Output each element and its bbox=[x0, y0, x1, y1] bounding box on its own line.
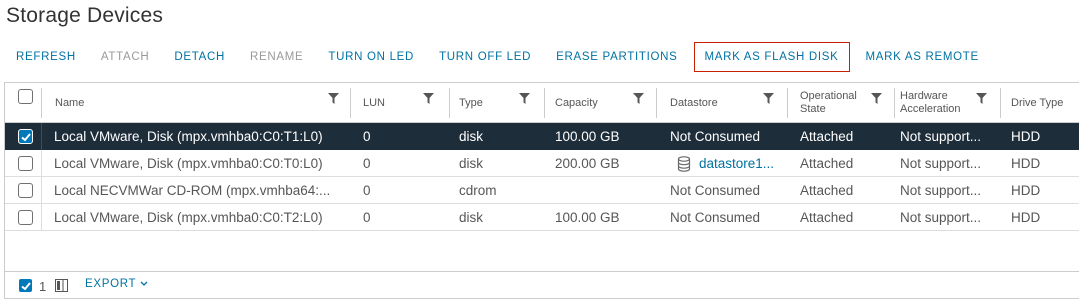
storage-devices-grid: Name LUN Type Capacity Datastore Operati… bbox=[4, 82, 1079, 299]
column-divider bbox=[656, 88, 657, 118]
cell-name: Local VMware, Disk (mpx.vmhba0:C0:T2:L0) bbox=[54, 210, 323, 225]
column-selector-icon[interactable] bbox=[55, 279, 68, 292]
table-row[interactable]: Local VMware, Disk (mpx.vmhba0:C0:T1:L0)… bbox=[5, 123, 1079, 150]
column-header-name[interactable]: Name bbox=[45, 83, 345, 123]
mark-as-flash-disk-button[interactable]: MARK AS FLASH DISK bbox=[693, 42, 850, 72]
database-icon bbox=[677, 156, 691, 172]
cell-hardware-acceleration: Not support... bbox=[900, 156, 982, 171]
rename-button[interactable]: RENAME bbox=[242, 43, 311, 71]
cell-hardware-acceleration: Not support... bbox=[900, 183, 982, 198]
cell-hardware-acceleration: Not support... bbox=[900, 129, 982, 144]
filter-icon[interactable] bbox=[423, 93, 434, 104]
table-row[interactable]: Local VMware, Disk (mpx.vmhba0:C0:T2:L0)… bbox=[5, 204, 1079, 231]
table-row[interactable]: Local VMware, Disk (mpx.vmhba0:C0:T0:L0)… bbox=[5, 150, 1079, 177]
erase-partitions-button[interactable]: ERASE PARTITIONS bbox=[548, 43, 685, 71]
row-checkbox[interactable] bbox=[18, 210, 33, 225]
row-checkbox[interactable] bbox=[18, 129, 33, 144]
cell-datastore: Not Consumed bbox=[670, 129, 761, 144]
page-title: Storage Devices bbox=[6, 4, 164, 27]
cell-hardware-acceleration: Not support... bbox=[900, 210, 982, 225]
grid-header: Name LUN Type Capacity Datastore Operati… bbox=[5, 83, 1079, 123]
chevron-down-icon bbox=[140, 281, 148, 286]
column-header-drive-type[interactable]: Drive Type bbox=[1001, 83, 1079, 123]
turn-off-led-button[interactable]: TURN OFF LED bbox=[431, 43, 539, 71]
cell-lun: 0 bbox=[363, 210, 371, 225]
cell-operational-state: Attached bbox=[800, 210, 854, 225]
cell-name: Local VMware, Disk (mpx.vmhba0:C0:T1:L0) bbox=[54, 129, 323, 144]
export-button[interactable]: EXPORT bbox=[85, 278, 148, 290]
cell-drive-type: HDD bbox=[1011, 210, 1041, 225]
row-divider bbox=[41, 150, 42, 177]
column-divider bbox=[350, 88, 351, 118]
mark-as-remote-button[interactable]: MARK AS REMOTE bbox=[858, 43, 987, 71]
checkmark-icon bbox=[21, 133, 31, 142]
filter-icon[interactable] bbox=[871, 93, 882, 104]
datastore-link[interactable]: datastore1... bbox=[699, 150, 782, 177]
row-checkbox[interactable] bbox=[18, 156, 33, 171]
row-checkbox[interactable] bbox=[18, 183, 33, 198]
filter-icon[interactable] bbox=[976, 93, 987, 104]
cell-type: disk bbox=[459, 210, 484, 225]
cell-capacity: 200.00 GB bbox=[555, 156, 620, 171]
cell-capacity: 100.00 GB bbox=[555, 210, 620, 225]
cell-drive-type: HDD bbox=[1011, 129, 1041, 144]
filter-icon[interactable] bbox=[763, 93, 774, 104]
row-divider bbox=[41, 204, 42, 231]
checkmark-icon bbox=[21, 282, 31, 291]
filter-icon[interactable] bbox=[328, 93, 339, 104]
column-header-lun-label: LUN bbox=[363, 96, 386, 109]
cell-name: Local NECVMWar CD-ROM (mpx.vmhba64:... bbox=[54, 183, 331, 198]
column-header-type-label: Type bbox=[459, 96, 483, 109]
column-header-operational-state-label: Operational State bbox=[800, 90, 857, 115]
row-divider bbox=[41, 123, 42, 150]
column-header-drive-type-label: Drive Type bbox=[1011, 96, 1064, 109]
cell-type: disk bbox=[459, 156, 484, 171]
cell-capacity bbox=[555, 177, 653, 204]
cell-capacity: 100.00 GB bbox=[555, 129, 620, 144]
column-header-capacity-label: Capacity bbox=[555, 96, 598, 109]
table-row[interactable]: Local NECVMWar CD-ROM (mpx.vmhba64:... 0… bbox=[5, 177, 1079, 204]
cell-name: Local VMware, Disk (mpx.vmhba0:C0:T0:L0) bbox=[54, 156, 323, 171]
selected-count: 1 bbox=[39, 279, 47, 294]
turn-on-led-button[interactable]: TURN ON LED bbox=[320, 43, 422, 71]
cell-operational-state: Attached bbox=[800, 183, 854, 198]
detach-button[interactable]: DETACH bbox=[166, 43, 233, 71]
column-header-datastore-label: Datastore bbox=[670, 96, 718, 109]
cell-datastore: Not Consumed bbox=[670, 183, 761, 198]
row-divider bbox=[41, 177, 42, 204]
refresh-button[interactable]: REFRESH bbox=[8, 43, 84, 71]
cell-type: disk bbox=[459, 129, 484, 144]
filter-icon[interactable] bbox=[519, 93, 530, 104]
cell-operational-state: Attached bbox=[800, 129, 854, 144]
column-header-hardware-acceleration-label: Hardware Acceleration bbox=[900, 90, 961, 115]
footer-selection-checkbox[interactable] bbox=[18, 278, 33, 293]
export-label: EXPORT bbox=[85, 278, 137, 290]
column-divider bbox=[787, 88, 788, 118]
column-header-name-label: Name bbox=[55, 96, 85, 109]
cell-operational-state: Attached bbox=[800, 156, 854, 171]
attach-button[interactable]: ATTACH bbox=[93, 43, 158, 71]
toolbar: REFRESH ATTACH DETACH RENAME TURN ON LED… bbox=[8, 42, 996, 72]
cell-drive-type: HDD bbox=[1011, 156, 1041, 171]
cell-drive-type: HDD bbox=[1011, 183, 1041, 198]
cell-type: cdrom bbox=[459, 183, 497, 198]
cell-lun: 0 bbox=[363, 183, 371, 198]
grid-footer: 1 EXPORT bbox=[5, 271, 1079, 298]
cell-lun: 0 bbox=[363, 156, 371, 171]
cell-lun: 0 bbox=[363, 129, 371, 144]
cell-datastore: Not Consumed bbox=[670, 210, 761, 225]
column-divider bbox=[41, 88, 42, 118]
select-all-checkbox[interactable] bbox=[18, 89, 33, 104]
filter-icon[interactable] bbox=[633, 93, 644, 104]
